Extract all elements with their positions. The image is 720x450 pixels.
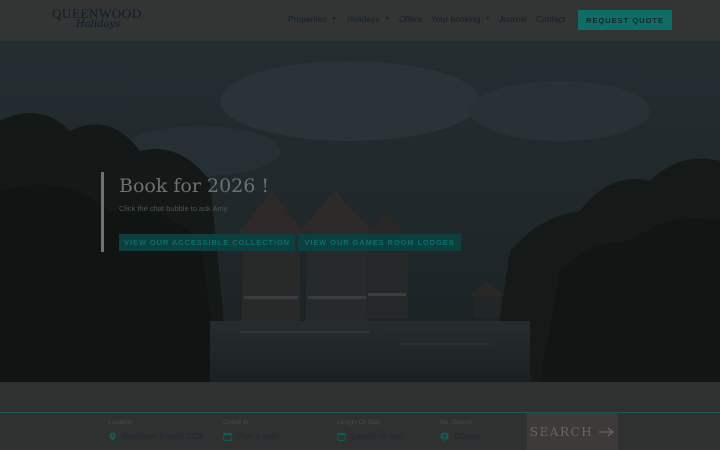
guests-field[interactable]: No. Guests Guests xyxy=(440,413,520,450)
nav-item-your-booking[interactable]: Your booking ▼ xyxy=(431,14,490,24)
accessible-collection-button[interactable]: VIEW OUR ACCESSIBLE COLLECTION xyxy=(119,234,295,251)
location-value-wrap: Retallack Resort CORN xyxy=(108,431,204,441)
nav-label: Offers xyxy=(399,14,422,24)
request-quote-button[interactable]: REQUEST QUOTE xyxy=(578,10,672,30)
nav-label: Your booking xyxy=(431,14,481,24)
nav-item-properties[interactable]: Properties ▼ xyxy=(288,14,337,24)
length-of-stay-label: Length Of Stay xyxy=(337,419,381,426)
caret-down-icon: ▼ xyxy=(331,16,337,22)
nav-label: Journal xyxy=(499,14,527,24)
calendar-icon xyxy=(337,432,346,441)
guests-label: No. Guests xyxy=(440,419,473,426)
user-icon xyxy=(440,431,449,441)
nav-label: Holidays xyxy=(347,14,380,24)
nav-item-journal[interactable]: Journal xyxy=(499,14,527,24)
brand-logo[interactable]: QUEENWOOD Holidays xyxy=(52,6,148,36)
brand-tagline: Holidays xyxy=(76,19,121,30)
nav-item-offers[interactable]: Offers xyxy=(399,14,422,24)
hero-background-image xyxy=(0,41,720,382)
games-room-lodges-button[interactable]: VIEW OUR GAMES ROOM LODGES xyxy=(298,234,461,251)
guests-value-wrap: Guests xyxy=(440,431,481,441)
calendar-icon xyxy=(223,432,232,441)
check-in-placeholder: Pick a date xyxy=(237,431,280,441)
nav-label: Properties xyxy=(288,14,327,24)
map-pin-icon xyxy=(109,431,116,441)
hero-accent-bar xyxy=(101,172,104,252)
location-label: Location xyxy=(108,419,133,426)
caret-down-icon: ▼ xyxy=(485,16,491,22)
length-of-stay-value-wrap: Length of stay xyxy=(337,431,404,441)
nav-item-holidays[interactable]: Holidays ▼ xyxy=(347,14,390,24)
hero-title: Book for 2026 ! xyxy=(119,175,270,197)
hero-banner: Book for 2026 ! Click the chat bubble to… xyxy=(0,41,720,382)
check-in-value-wrap: Pick a date xyxy=(223,431,279,441)
nav-item-contact[interactable]: Contact xyxy=(536,14,565,24)
arrow-right-icon xyxy=(599,427,615,436)
check-in-field[interactable]: Check in Pick a date xyxy=(223,413,323,450)
length-of-stay-placeholder: Length of stay xyxy=(351,431,405,441)
hero-subtitle: Click the chat bubble to ask Amy xyxy=(119,204,228,213)
caret-down-icon: ▼ xyxy=(384,16,390,22)
length-of-stay-field[interactable]: Length Of Stay Length of stay xyxy=(337,413,437,450)
site-header: QUEENWOOD Holidays Properties ▼ Holidays… xyxy=(0,0,720,41)
search-button[interactable]: SEARCH xyxy=(527,413,618,450)
search-button-label: SEARCH xyxy=(529,424,594,439)
page-spacer xyxy=(0,382,720,412)
location-field[interactable]: Location Retallack Resort CORN xyxy=(108,413,208,450)
check-in-label: Check in xyxy=(223,419,249,426)
nav-label: Contact xyxy=(536,14,566,24)
location-value: Retallack Resort CORN xyxy=(122,431,204,441)
guests-placeholder: Guests xyxy=(454,431,481,441)
